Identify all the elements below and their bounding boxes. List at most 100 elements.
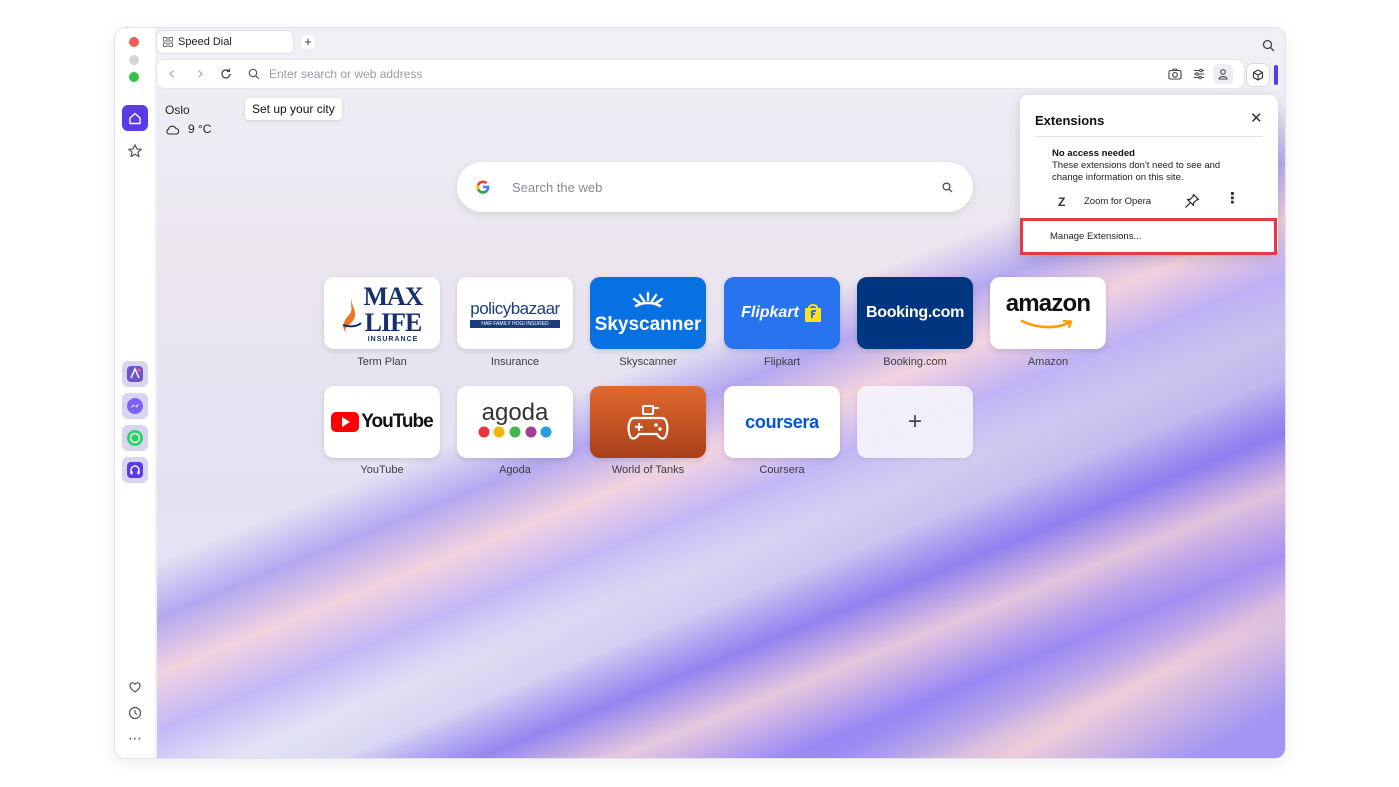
- youtube-logo-text: YouTube: [361, 411, 433, 432]
- zoom-window-button[interactable]: [129, 72, 139, 82]
- skyscanner-logo-text: Skyscanner: [594, 314, 702, 335]
- cloud-icon: [166, 125, 180, 135]
- extensions-button[interactable]: [1247, 64, 1269, 86]
- flipkart-logo-text: Flipkart: [741, 304, 799, 321]
- extensions-popup-title: Extensions: [1035, 113, 1105, 128]
- user-icon: [1218, 69, 1228, 80]
- whatsapp-icon: [127, 430, 143, 446]
- search-icon[interactable]: [942, 182, 953, 193]
- speed-dial-label: Flipkart: [763, 356, 801, 368]
- speed-dial-tile-youtube[interactable]: YouTube: [324, 386, 440, 458]
- speed-dial-tile-agoda[interactable]: agoda: [457, 386, 573, 458]
- camera-icon: [1168, 68, 1182, 80]
- headphones-icon: [127, 462, 143, 478]
- profile-button[interactable]: [1213, 64, 1233, 84]
- sidebar-aria-button[interactable]: [122, 361, 148, 387]
- weather-temperature: 9 °C: [188, 122, 212, 136]
- address-search-icon: [247, 67, 261, 81]
- speed-dial-label: Coursera: [759, 464, 805, 476]
- easy-setup-button[interactable]: [1191, 67, 1207, 81]
- weather-city[interactable]: Oslo: [165, 103, 190, 117]
- cube-icon: [1252, 69, 1264, 81]
- back-button[interactable]: [165, 67, 179, 81]
- plus-icon: +: [304, 34, 312, 49]
- extension-name[interactable]: Zoom for Opera: [1084, 196, 1151, 207]
- speed-dial-tile-booking[interactable]: Booking.com: [857, 277, 973, 349]
- setup-city-tooltip[interactable]: Set up your city: [245, 98, 342, 120]
- sidebar-messenger-button[interactable]: [122, 393, 148, 419]
- sidebar: ⋯: [115, 28, 155, 758]
- speed-dial-tile-world-of-tanks[interactable]: [590, 386, 706, 458]
- add-speed-dial-button[interactable]: +: [857, 386, 973, 458]
- more-dots-icon: ⋯: [128, 729, 142, 746]
- address-bar: Enter search or web address: [157, 60, 1244, 88]
- speed-dial-tile-maxlife[interactable]: MAX LIFE INSURANCE: [324, 277, 440, 349]
- browser-window: ⋯ Speed Dial + Enter search or web addre…: [115, 28, 1285, 758]
- sidebar-history-button[interactable]: [122, 700, 148, 726]
- address-input[interactable]: Enter search or web address: [269, 67, 422, 81]
- new-tab-button[interactable]: +: [301, 35, 315, 49]
- speed-dial-label: World of Tanks: [611, 464, 685, 476]
- web-search-box[interactable]: Search the web: [457, 162, 973, 212]
- close-window-button[interactable]: [129, 37, 139, 47]
- speed-dial-label: YouTube: [360, 464, 404, 476]
- minimize-window-button[interactable]: [129, 55, 139, 65]
- star-icon: [128, 144, 142, 158]
- policybazaar-logo-text: policybazaar: [470, 298, 560, 318]
- youtube-play-icon: [331, 412, 360, 432]
- google-icon: [476, 180, 490, 194]
- sidebar-more-button[interactable]: ⋯: [122, 725, 148, 751]
- speed-dial-tile-policybazaar[interactable]: policybazaar HAR FAMILY HOGI INSURED: [457, 277, 573, 349]
- sidebar-favorites-button[interactable]: [122, 674, 148, 700]
- speed-dial-tile-coursera[interactable]: coursera: [724, 386, 840, 458]
- speed-dial-tile-amazon[interactable]: amazon: [990, 277, 1106, 349]
- sidebar-home-button[interactable]: [122, 105, 148, 131]
- gamepad-icon: [627, 405, 669, 440]
- tab-search-button[interactable]: [1261, 38, 1275, 52]
- speed-dial-label: Term Plan: [357, 356, 407, 368]
- maxlife-logo-text: MAX LIFE: [363, 281, 423, 337]
- plus-icon: +: [907, 408, 922, 435]
- speed-dial-label: Agoda: [499, 464, 531, 476]
- no-access-heading: No access needed: [1052, 148, 1135, 159]
- aria-icon: [127, 366, 143, 382]
- booking-logo-text: Booking.com: [865, 304, 965, 321]
- speed-dial-grid-icon: [163, 37, 173, 47]
- agoda-dots-icon: [478, 426, 552, 437]
- speed-dial-tile-skyscanner[interactable]: Skyscanner: [590, 277, 706, 349]
- reload-icon: [221, 68, 231, 79]
- extension-options-button[interactable]: ⋮: [1225, 191, 1240, 206]
- home-icon: [129, 112, 141, 125]
- amazon-logo-text: amazon: [1005, 290, 1091, 317]
- close-popup-button[interactable]: ✕: [1250, 109, 1263, 127]
- speed-dial-label: Insurance: [490, 356, 540, 368]
- messenger-icon: [127, 398, 143, 414]
- sidebar-player-button[interactable]: [122, 457, 148, 483]
- amazon-smile-icon: [1020, 319, 1073, 329]
- sidebar-toggle-indicator[interactable]: [1274, 65, 1278, 85]
- forward-button[interactable]: [193, 67, 207, 81]
- tab-title: Speed Dial: [178, 36, 232, 48]
- reload-button[interactable]: [219, 67, 233, 81]
- no-access-description: These extensions don't need to see and c…: [1052, 160, 1221, 183]
- chevron-left-icon: [169, 70, 174, 78]
- sidebar-whatsapp-button[interactable]: [122, 425, 148, 451]
- sidebar-bookmarks-button[interactable]: [122, 138, 148, 164]
- pin-extension-button[interactable]: [1184, 193, 1200, 214]
- divider: [1035, 136, 1263, 137]
- maxlife-flame-icon: [343, 293, 363, 333]
- web-search-input[interactable]: Search the web: [512, 180, 602, 195]
- search-icon: [1262, 39, 1274, 51]
- snapshot-button[interactable]: [1167, 67, 1183, 81]
- tab-speed-dial[interactable]: Speed Dial: [157, 31, 293, 53]
- weather-widget[interactable]: 9 °C: [165, 122, 211, 136]
- chevron-right-icon: [198, 70, 203, 78]
- coursera-logo-text: coursera: [745, 411, 819, 432]
- skyscanner-sunrise-icon: [632, 291, 664, 308]
- pin-icon: [1185, 193, 1200, 208]
- flipkart-bag-icon: [804, 304, 821, 322]
- sliders-icon: [1194, 68, 1204, 80]
- speed-dial-label: Booking.com: [883, 356, 947, 368]
- speed-dial-tile-flipkart[interactable]: Flipkart: [724, 277, 840, 349]
- heart-icon: [129, 682, 141, 693]
